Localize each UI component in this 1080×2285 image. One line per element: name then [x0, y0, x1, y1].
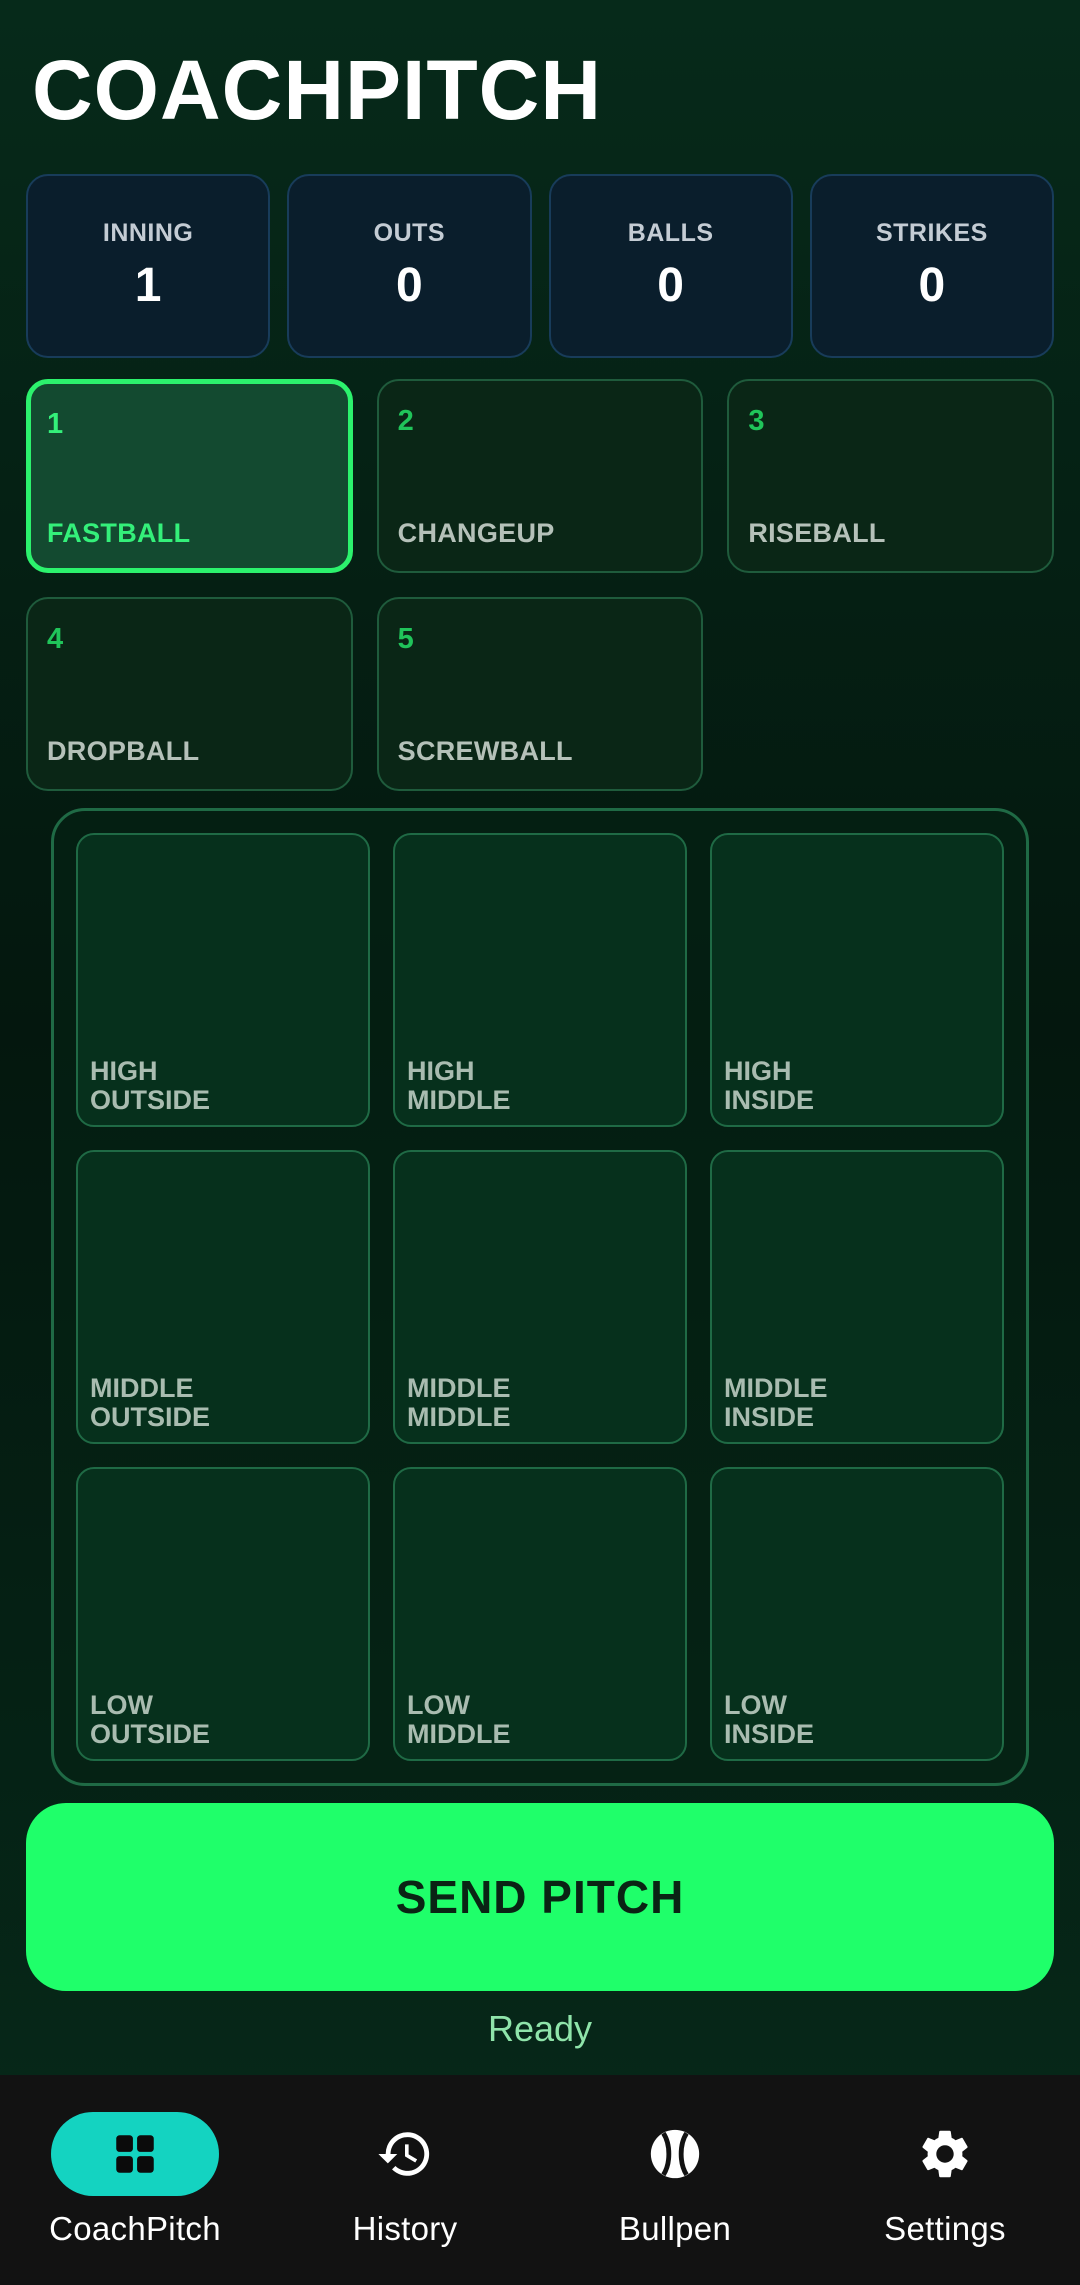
coachpitch-screen: COACHPITCH INNING 1 OUTS 0 BALLS 0 STRIK…	[0, 0, 1080, 2075]
zone-label-line1: MIDDLE	[407, 1372, 511, 1403]
pitch-button-fastball[interactable]: 1 FASTBALL	[26, 379, 353, 573]
zone-cell-label: HIGH INSIDE	[724, 1055, 815, 1115]
strike-zone: HIGH OUTSIDE HIGH MIDDLE HIGH INSIDE MIDDLE…	[51, 808, 1029, 1786]
history-icon	[378, 2132, 430, 2176]
zone-cell-middle-middle[interactable]: MIDDLE MIDDLE	[393, 1150, 687, 1444]
counter-label: STRIKES	[875, 219, 988, 247]
nav-icon-indicator	[591, 2112, 759, 2196]
pitch-number: 1	[47, 408, 64, 440]
zone-cell-high-inside[interactable]: HIGH INSIDE	[710, 833, 1004, 1127]
zone-label-line2: MIDDLE	[407, 1084, 511, 1115]
strike-zone-grid: HIGH OUTSIDE HIGH MIDDLE HIGH INSIDE MIDDLE…	[76, 833, 1004, 1761]
zone-cell-low-outside[interactable]: LOW OUTSIDE	[76, 1467, 370, 1761]
nav-label: History	[352, 2210, 458, 2247]
bottom-navigation: CoachPitch History Bullpen Settings	[0, 2075, 1080, 2285]
counter-label: INNING	[102, 219, 194, 247]
zone-cell-label: MIDDLE INSIDE	[724, 1372, 828, 1432]
zone-cell-label: MIDDLE OUTSIDE	[90, 1372, 211, 1432]
nav-label: CoachPitch	[49, 2210, 221, 2247]
nav-icon-indicator	[321, 2112, 489, 2196]
pitch-number: 3	[748, 405, 765, 437]
counter-inning[interactable]: INNING 1	[26, 174, 271, 358]
counter-balls[interactable]: BALLS 0	[548, 174, 793, 358]
nav-icon-indicator	[861, 2112, 1029, 2196]
send-pitch-button[interactable]: SEND PITCH	[26, 1803, 1054, 1991]
zone-cell-label: LOW OUTSIDE	[90, 1689, 211, 1749]
zone-label-line1: HIGH	[90, 1055, 158, 1086]
zone-label-line2: MIDDLE	[407, 1718, 511, 1749]
zone-label-line2: OUTSIDE	[90, 1084, 211, 1115]
zone-cell-label: LOW INSIDE	[724, 1689, 815, 1749]
zone-cell-label: HIGH MIDDLE	[407, 1055, 511, 1115]
pitch-button-screwball[interactable]: 5 SCREWBALL	[376, 597, 704, 791]
zone-label-line1: LOW	[90, 1689, 153, 1720]
ball-icon	[650, 2129, 700, 2179]
zone-cell-label: HIGH OUTSIDE	[90, 1055, 211, 1115]
nav-icon-indicator	[51, 2112, 219, 2196]
zone-label-line1: LOW	[724, 1689, 787, 1720]
counter-label: OUTS	[373, 219, 446, 247]
pitch-number: 5	[397, 623, 414, 655]
zone-label-line2: OUTSIDE	[90, 1401, 211, 1432]
zone-label-line2: INSIDE	[724, 1718, 815, 1749]
pitch-type-grid: 1 FASTBALL 2 CHANGEUP 3 RISEBALL 4 DROPB…	[26, 379, 1054, 791]
nav-item-bullpen[interactable]: Bullpen	[540, 2075, 810, 2285]
counter-value: 0	[918, 259, 946, 312]
zone-cell-low-middle[interactable]: LOW MIDDLE	[393, 1467, 687, 1761]
pitch-name: FASTBALL	[47, 518, 191, 548]
app-title: COACHPITCH	[32, 43, 602, 137]
counter-strikes[interactable]: STRIKES 0	[809, 174, 1054, 358]
zone-label-line1: HIGH	[407, 1055, 475, 1086]
game-counters: INNING 1 OUTS 0 BALLS 0 STRIKES 0	[26, 174, 1054, 358]
grid-icon	[116, 2135, 154, 2173]
pitch-name: CHANGEUP	[397, 518, 555, 548]
counter-value: 0	[396, 259, 423, 312]
zone-label-line2: INSIDE	[724, 1401, 815, 1432]
status-text: Ready	[487, 2008, 593, 2049]
zone-label-line1: MIDDLE	[724, 1372, 828, 1403]
counter-label: BALLS	[627, 219, 714, 247]
zone-label-line1: LOW	[407, 1689, 470, 1720]
nav-label: Bullpen	[618, 2210, 732, 2247]
pitch-button-riseball[interactable]: 3 RISEBALL	[727, 379, 1054, 573]
counter-value: 1	[134, 259, 162, 312]
pitch-number: 2	[397, 405, 414, 437]
nav-item-coachpitch[interactable]: CoachPitch	[0, 2075, 270, 2285]
zone-label-line2: MIDDLE	[407, 1401, 511, 1432]
zone-cell-middle-inside[interactable]: MIDDLE INSIDE	[710, 1150, 1004, 1444]
zone-label-line1: MIDDLE	[90, 1372, 194, 1403]
nav-label: Settings	[884, 2210, 1006, 2247]
zone-label-line1: HIGH	[724, 1055, 792, 1086]
zone-cell-low-inside[interactable]: LOW INSIDE	[710, 1467, 1004, 1761]
pitch-number: 4	[47, 623, 64, 655]
zone-label-line2: OUTSIDE	[90, 1718, 211, 1749]
zone-label-line2: INSIDE	[724, 1084, 815, 1115]
pitch-button-changeup[interactable]: 2 CHANGEUP	[376, 379, 704, 573]
zone-cell-label: MIDDLE MIDDLE	[407, 1372, 511, 1432]
nav-item-history[interactable]: History	[270, 2075, 540, 2285]
pitch-name: SCREWBALL	[397, 736, 573, 766]
zone-cell-high-outside[interactable]: HIGH OUTSIDE	[76, 833, 370, 1127]
pitch-button-dropball[interactable]: 4 DROPBALL	[26, 597, 353, 791]
gear-icon	[922, 2130, 968, 2178]
counter-value: 0	[657, 259, 684, 312]
nav-item-settings[interactable]: Settings	[810, 2075, 1080, 2285]
zone-cell-high-middle[interactable]: HIGH MIDDLE	[393, 833, 687, 1127]
pitch-name: DROPBALL	[47, 736, 200, 766]
zone-cell-label: LOW MIDDLE	[407, 1689, 511, 1749]
counter-outs[interactable]: OUTS 0	[287, 174, 532, 358]
pitch-name: RISEBALL	[748, 518, 886, 548]
zone-cell-middle-outside[interactable]: MIDDLE OUTSIDE	[76, 1150, 370, 1444]
